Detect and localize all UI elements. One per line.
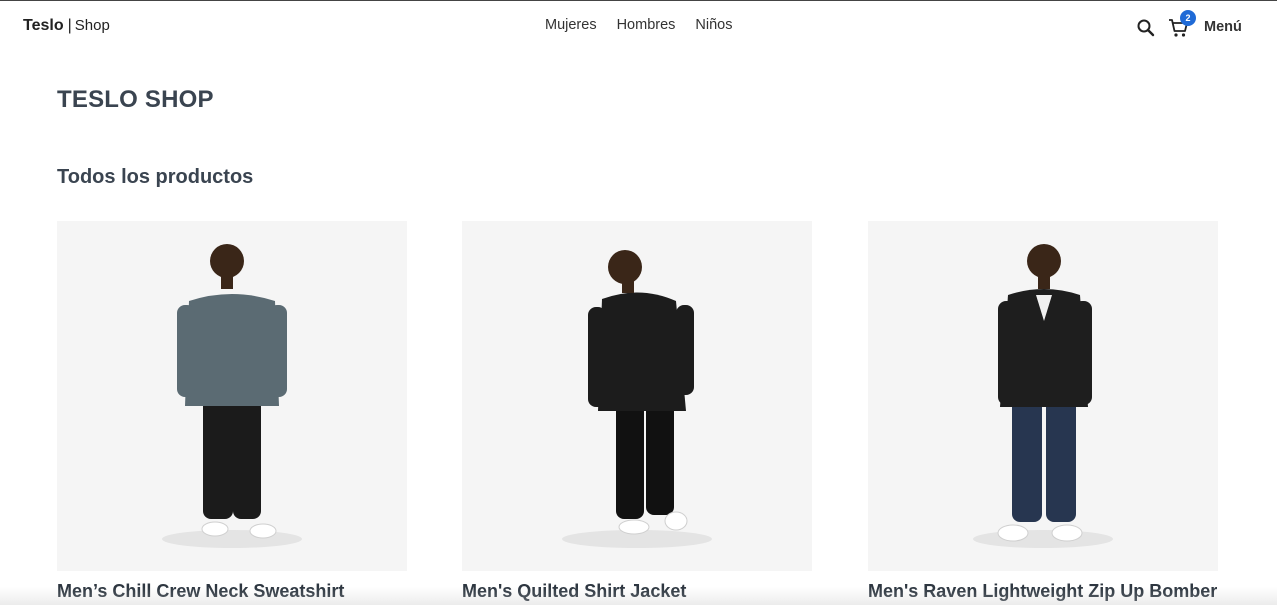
product-image[interactable] bbox=[868, 221, 1218, 571]
logo-shop: Shop bbox=[74, 17, 110, 34]
logo-link[interactable]: Teslo | Shop bbox=[23, 17, 110, 35]
search-icon bbox=[1137, 19, 1155, 37]
product-image[interactable] bbox=[462, 221, 812, 571]
nav-link-mujeres[interactable]: Mujeres bbox=[545, 17, 597, 33]
scroll-fade bbox=[0, 587, 1277, 605]
navbar: Teslo | Shop Mujeres Hombres Niños 2 Menú bbox=[0, 1, 1277, 53]
product-card[interactable]: Men’s Chill Crew Neck Sweatshirt bbox=[57, 221, 407, 602]
search-button[interactable] bbox=[1136, 18, 1156, 38]
model-figure bbox=[973, 244, 1113, 548]
nav-link-ninos[interactable]: Niños bbox=[695, 17, 732, 33]
nav-link-hombres[interactable]: Hombres bbox=[617, 17, 676, 33]
logo-separator: | bbox=[67, 17, 72, 34]
main-nav: Mujeres Hombres Niños bbox=[545, 17, 732, 33]
cart-count-badge: 2 bbox=[1180, 10, 1196, 26]
page-subtitle: Todos los productos bbox=[57, 166, 254, 188]
product-card[interactable]: Men's Raven Lightweight Zip Up Bomber bbox=[868, 221, 1218, 602]
page-title: TESLO SHOP bbox=[57, 86, 214, 113]
model-figure bbox=[162, 244, 302, 548]
product-card[interactable]: Men's Quilted Shirt Jacket bbox=[462, 221, 812, 602]
model-figure bbox=[562, 250, 712, 548]
product-image[interactable] bbox=[57, 221, 407, 571]
menu-button[interactable]: Menú bbox=[1204, 19, 1242, 35]
logo-brand: Teslo bbox=[23, 17, 64, 34]
